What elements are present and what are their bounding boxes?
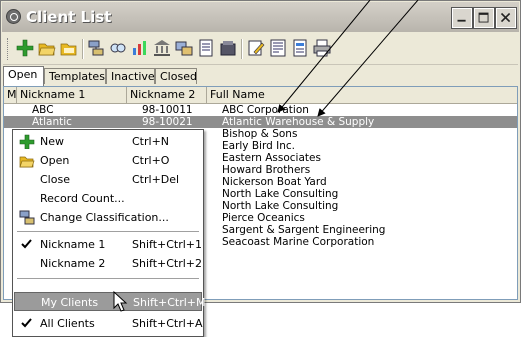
open-icon [19, 153, 35, 168]
tab-closed[interactable]: Closed [155, 68, 197, 84]
open-folder-icon[interactable] [60, 39, 78, 57]
menu-separator [17, 278, 199, 279]
column-header-nickname-1[interactable]: Nickname 1 [17, 87, 127, 103]
cell-nickname-1: ABC [32, 104, 54, 116]
column-header-m[interactable]: M [4, 87, 17, 103]
note-icon[interactable] [291, 39, 309, 57]
cell-full-name: North Lake Consulting [222, 200, 339, 212]
menu-item-nickname-2[interactable]: Nickname 2 Shift+Ctrl+2 [14, 254, 202, 273]
cell-full-name: Early Bird Inc. [222, 140, 295, 152]
tab-inactive[interactable]: Inactive [106, 68, 155, 84]
print-icon[interactable] [313, 39, 331, 57]
menu-item-my-clients[interactable]: My Clients Shift+Ctrl+M [14, 292, 206, 311]
cell-full-name: Seacoast Marine Corporation [222, 236, 375, 248]
table-row[interactable]: Atlantic 98-10021 Atlantic Warehouse & Sup… [4, 116, 517, 128]
database-icon[interactable] [219, 39, 237, 57]
cell-full-name: Nickerson Boat Yard [222, 176, 327, 188]
classification-icon [19, 210, 35, 225]
list-header: M Nickname 1 Nickname 2 Full Name [4, 87, 517, 104]
toolbar [3, 34, 518, 65]
maximize-button[interactable] [473, 7, 495, 29]
context-menu: New Ctrl+N Open Ctrl+O Close Ctrl+Del Re… [12, 129, 206, 337]
bank-icon[interactable] [153, 39, 171, 57]
menu-item-close[interactable]: Close Ctrl+Del [14, 170, 202, 189]
maximize-icon [478, 12, 489, 23]
menu-item-new[interactable]: New Ctrl+N [14, 132, 202, 151]
close-button[interactable] [495, 7, 517, 29]
column-header-full-name[interactable]: Full Name [207, 87, 517, 103]
toolbar-grip[interactable] [7, 38, 11, 60]
cell-full-name: North Lake Consulting [222, 188, 339, 200]
cell-full-name: Pierce Oceanics [222, 212, 305, 224]
check-icon [19, 316, 35, 331]
title-bar[interactable]: Client List [2, 2, 519, 32]
menu-item-nickname-1[interactable]: Nickname 1 Shift+Ctrl+1 [14, 235, 202, 254]
properties-icon[interactable] [269, 39, 287, 57]
tab-templates[interactable]: Templates [44, 68, 106, 84]
cell-nickname-1: Atlantic [32, 116, 72, 128]
cell-full-name: Bishop & Sons [222, 128, 298, 140]
cell-full-name: Sargent & Sargent Engineering [222, 224, 386, 236]
check-icon [19, 237, 35, 252]
classification-icon[interactable] [87, 39, 105, 57]
find-icon[interactable] [109, 39, 127, 57]
menu-item-all-clients[interactable]: All Clients Shift+Ctrl+A [14, 314, 203, 333]
toolbar-separator [241, 39, 243, 59]
menu-item-change-classification[interactable]: Change Classification... [14, 208, 202, 227]
cell-full-name: Eastern Associates [222, 152, 321, 164]
minimize-button[interactable] [451, 7, 473, 29]
menu-item-record-count[interactable]: Record Count... [14, 189, 202, 208]
close-icon [500, 12, 511, 23]
toolbar-separator [82, 39, 84, 59]
cell-nickname-2: 98-10011 [142, 104, 193, 116]
column-header-nickname-2[interactable]: Nickname 2 [127, 87, 207, 103]
menu-item-open[interactable]: Open Ctrl+O [14, 151, 202, 170]
cell-full-name: Howard Brothers [222, 164, 311, 176]
table-row[interactable]: ABC 98-10011 ABC Corporation [4, 104, 517, 116]
report-icon[interactable] [197, 39, 215, 57]
transfer-icon[interactable] [175, 39, 193, 57]
minimize-icon [457, 19, 466, 22]
cell-full-name: Atlantic Warehouse & Supply [222, 116, 375, 128]
tab-strip: Open Templates Inactive Closed [3, 66, 518, 86]
new-icon [19, 134, 35, 150]
open-icon[interactable] [38, 39, 56, 57]
tab-open[interactable]: Open [3, 66, 44, 86]
window-title: Client List [26, 8, 112, 26]
cell-nickname-2: 98-10021 [142, 116, 193, 128]
window-icon [6, 9, 21, 24]
new-icon[interactable] [16, 39, 34, 57]
menu-separator [17, 231, 199, 232]
chart-icon[interactable] [131, 39, 149, 57]
cell-full-name: ABC Corporation [222, 104, 309, 116]
edit-icon[interactable] [247, 39, 265, 57]
